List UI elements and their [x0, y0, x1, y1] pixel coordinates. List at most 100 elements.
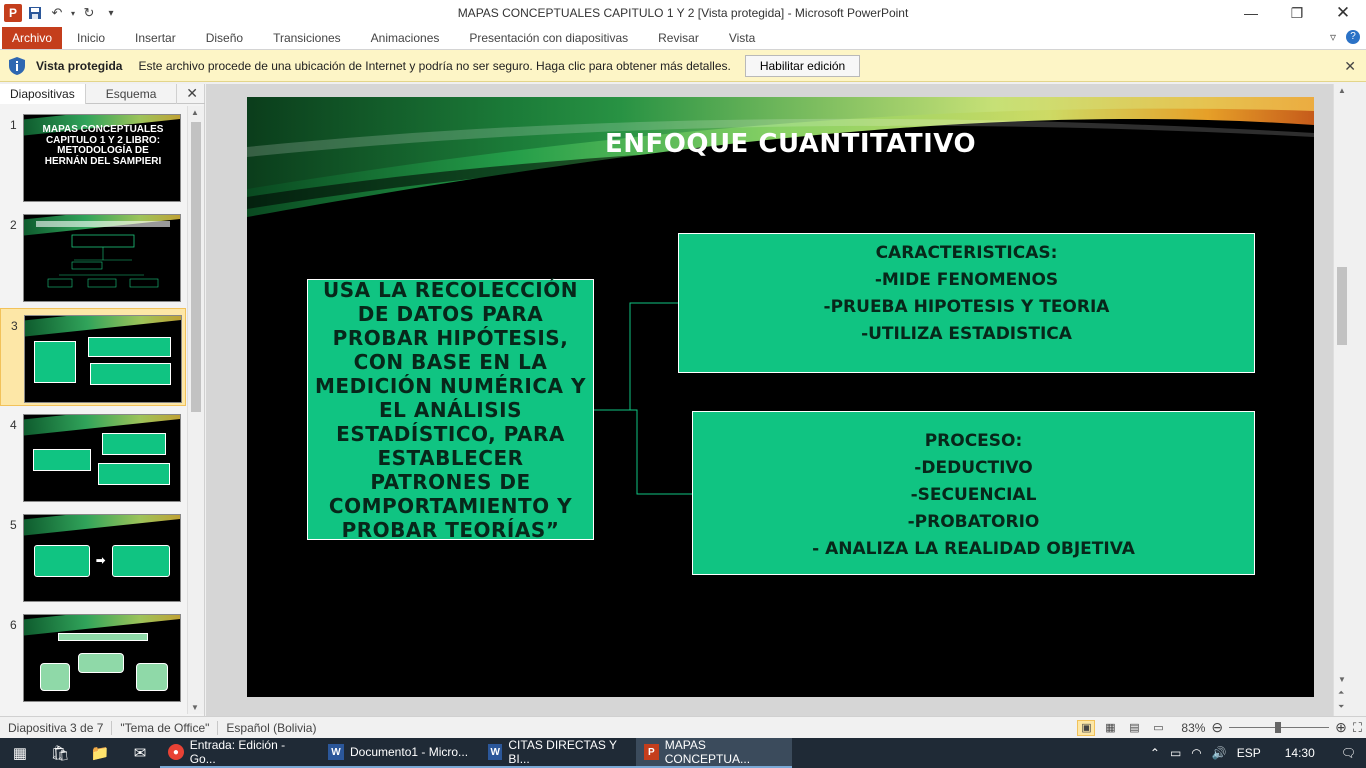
thumbnail-diagram [36, 221, 170, 288]
wifi-icon[interactable]: ◠ [1191, 746, 1201, 760]
undo-dropdown-icon[interactable]: ▾ [68, 2, 78, 24]
thumbnail-slide-3[interactable] [24, 315, 182, 403]
scrollbar-thumb[interactable] [191, 122, 201, 412]
volume-icon[interactable]: 🔊 [1212, 746, 1227, 760]
slideshow-icon[interactable]: ▭ [1149, 720, 1167, 736]
slides-pane: Diapositivas Esquema ✕ 1 MAPAS CONCEPTUA… [0, 84, 205, 716]
editor-scrollbar[interactable]: ▲ ▼ ⏶ ⏷ [1333, 84, 1350, 716]
normal-view-icon[interactable]: ▣ [1077, 719, 1096, 736]
characteristics-item: -UTILIZA ESTADISTICA [861, 324, 1072, 344]
tab-diapositivas[interactable]: Diapositivas [0, 84, 86, 104]
help-icon[interactable]: ? [1346, 30, 1360, 44]
close-icon[interactable]: ✕ [1320, 0, 1366, 26]
thumbnail-slide-2[interactable] [23, 214, 181, 302]
redo-icon[interactable]: ↻ [78, 2, 100, 24]
scroll-up-icon[interactable]: ▲ [1338, 86, 1346, 95]
thumbnail-row[interactable]: 5 ➡ [0, 508, 186, 606]
arrow-right-icon: ➡ [96, 555, 106, 567]
slide-sorter-icon[interactable]: ▦ [1101, 720, 1119, 736]
tab-presentacion[interactable]: Presentación con diapositivas [454, 27, 643, 49]
taskbar-app-label: CITAS DIRECTAS Y BI... [508, 738, 617, 766]
notifications-icon[interactable]: 🗨 [1341, 746, 1356, 760]
thumbnail-row[interactable]: 6 [0, 608, 186, 706]
thumbnail-number: 2 [10, 218, 17, 232]
tab-transiciones[interactable]: Transiciones [258, 27, 356, 49]
tab-diseno[interactable]: Diseño [191, 27, 258, 49]
thumbnail-slide-1[interactable]: MAPAS CONCEPTUALES CAPITULO 1 Y 2 LIBRO:… [23, 114, 181, 202]
tab-animaciones[interactable]: Animaciones [356, 27, 455, 49]
thumbnail-slide-6[interactable] [23, 614, 181, 702]
characteristics-box[interactable]: CARACTERISTICAS: -MIDE FENOMENOS -PRUEBA… [678, 233, 1255, 373]
protected-view-message[interactable]: Este archivo procede de una ubicación de… [138, 59, 730, 73]
thumbnail-slide-4[interactable] [23, 414, 181, 502]
main-definition-box[interactable]: USA LA RECOLECCIÓN DE DATOS PARA PROBAR … [307, 277, 594, 542]
slide-thumbnails: 1 MAPAS CONCEPTUALES CAPITULO 1 Y 2 LIBR… [0, 106, 186, 714]
characteristics-item: -MIDE FENOMENOS [874, 270, 1059, 290]
restore-icon[interactable]: ❐ [1274, 0, 1320, 26]
process-box[interactable]: PROCESO: -DEDUCTIVO -SECUENCIAL -PROBATO… [692, 411, 1255, 575]
powerpoint-icon: P [644, 744, 659, 760]
reading-view-icon[interactable]: ▤ [1125, 720, 1143, 736]
main-definition-text: USA LA RECOLECCIÓN DE DATOS PARA PROBAR … [315, 277, 586, 542]
collapse-ribbon-icon[interactable]: ▿ [1330, 30, 1336, 44]
zoom-slider-knob[interactable] [1275, 721, 1282, 733]
enable-editing-button[interactable]: Habilitar edición [744, 54, 861, 77]
thumbnails-scrollbar[interactable]: ▲ ▼ [187, 106, 204, 714]
tab-insertar[interactable]: Insertar [120, 27, 191, 49]
thumbnail-row[interactable]: 2 [0, 208, 186, 306]
process-item: - ANALIZA LA REALIDAD OBJETIVA [812, 539, 1135, 559]
scrollbar-thumb[interactable] [1337, 267, 1347, 345]
zoom-out-icon[interactable]: ⊖ [1211, 719, 1223, 736]
protected-view-title: Vista protegida [36, 58, 123, 73]
clock-time[interactable]: 14:30 [1285, 746, 1315, 760]
taskbar-word-app-2[interactable]: W CITAS DIRECTAS Y BI... [480, 738, 636, 768]
app-logo: P [4, 4, 22, 22]
swoosh-decoration [25, 316, 181, 338]
mail-icon[interactable]: ✉ [120, 738, 160, 768]
current-slide[interactable]: ENFOQUE CUANTITATIVO USA LA RECOLECCIÓN … [247, 97, 1314, 697]
zoom-level[interactable]: 83% [1181, 721, 1205, 735]
thumbnail-slide-5[interactable]: ➡ [23, 514, 181, 602]
thumbnail-row[interactable]: 4 [0, 408, 186, 506]
tab-revisar[interactable]: Revisar [643, 27, 714, 49]
swoosh-decoration [24, 515, 180, 537]
pane-tabs: Diapositivas Esquema [0, 84, 205, 104]
file-explorer-icon[interactable]: 📁 [80, 738, 120, 768]
tab-vista[interactable]: Vista [714, 27, 770, 49]
fit-to-window-icon[interactable]: ⛶ [1353, 720, 1362, 736]
thumbnail-box [136, 663, 168, 691]
input-language[interactable]: ESP [1237, 746, 1261, 760]
powerpoint-app-icon[interactable]: P [2, 2, 24, 24]
language-status[interactable]: Español (Bolivia) [218, 721, 324, 735]
thumbnail-box [34, 545, 90, 577]
close-bar-icon[interactable]: ✕ [1344, 58, 1356, 75]
save-icon[interactable] [24, 2, 46, 24]
taskbar-chrome-app[interactable]: ● Entrada: Edición - Go... [160, 738, 320, 768]
battery-icon[interactable]: ▭ [1170, 746, 1181, 760]
taskbar-powerpoint-app[interactable]: P MAPAS CONCEPTUA... [636, 738, 792, 768]
undo-icon[interactable]: ↶ [46, 2, 68, 24]
scroll-down-icon[interactable]: ▼ [191, 703, 199, 712]
next-slide-icon[interactable]: ⏷ [1338, 702, 1344, 712]
tab-inicio[interactable]: Inicio [62, 27, 120, 49]
thumbnail-box [58, 633, 148, 641]
task-view-icon[interactable]: ▦ [0, 738, 40, 768]
tab-esquema[interactable]: Esquema [86, 84, 178, 104]
previous-slide-icon[interactable]: ⏶ [1338, 688, 1344, 698]
taskbar-word-app-1[interactable]: W Documento1 - Micro... [320, 738, 480, 768]
scroll-down-icon[interactable]: ▼ [1338, 675, 1346, 684]
shield-info-icon [9, 56, 25, 75]
thumbnail-title: MAPAS CONCEPTUALES CAPITULO 1 Y 2 LIBRO:… [42, 124, 164, 167]
close-pane-icon[interactable]: ✕ [186, 85, 198, 102]
zoom-in-icon[interactable]: ⊕ [1335, 719, 1347, 736]
minimize-icon[interactable]: — [1228, 0, 1274, 26]
zoom-slider[interactable] [1229, 720, 1330, 736]
store-icon[interactable]: 🛍 [40, 738, 80, 768]
customize-qat-icon[interactable]: ▾ [100, 2, 122, 24]
scroll-up-icon[interactable]: ▲ [191, 108, 199, 117]
thumbnail-row[interactable]: 1 MAPAS CONCEPTUALES CAPITULO 1 Y 2 LIBR… [0, 108, 186, 206]
windows-taskbar: ▦ 🛍 📁 ✉ ● Entrada: Edición - Go... W Doc… [0, 738, 1366, 768]
tab-archivo[interactable]: Archivo [2, 27, 63, 49]
tray-expand-icon[interactable]: ⌃ [1150, 746, 1160, 760]
thumbnail-row-selected[interactable]: 3 [0, 308, 186, 406]
